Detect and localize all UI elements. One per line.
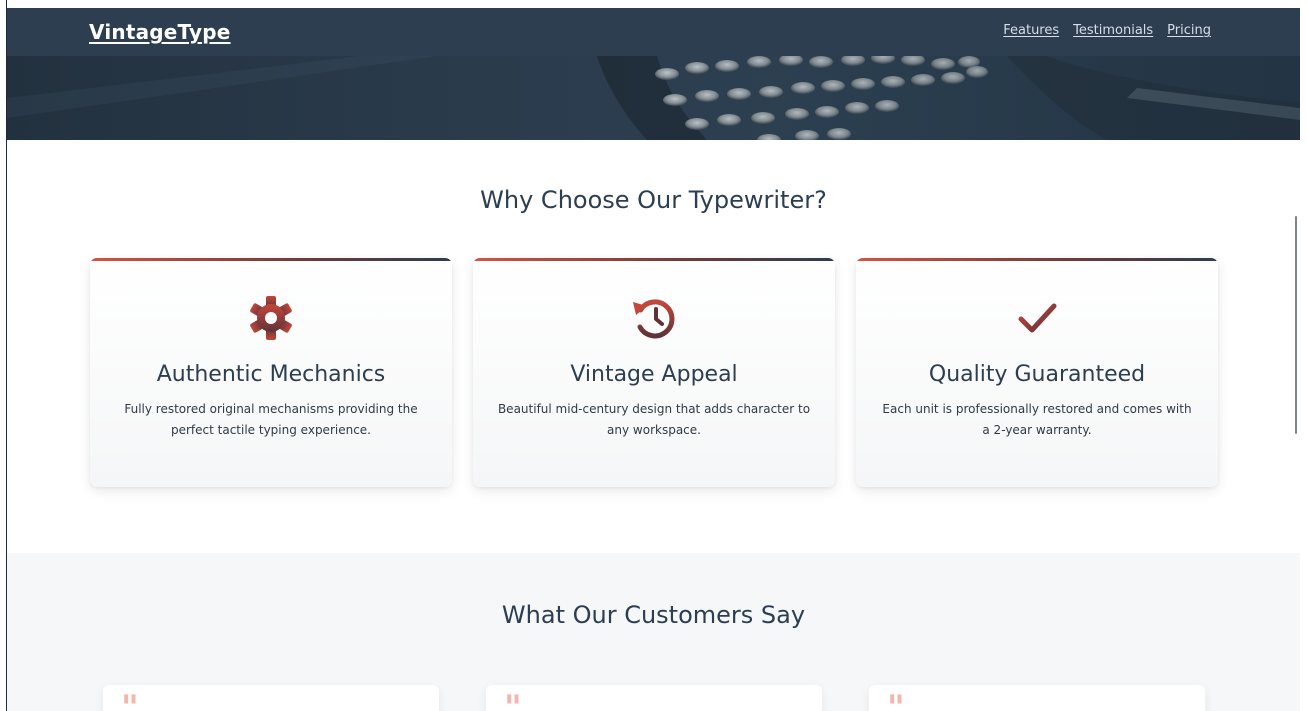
card-description: Fully restored original mechanisms provi… <box>124 402 418 437</box>
testimonial-card: " <box>103 685 439 711</box>
card-title: Vintage Appeal <box>570 362 738 387</box>
testimonial-card: " <box>486 685 822 711</box>
features-title: Why Choose Our Typewriter? <box>480 186 827 214</box>
testimonials-title: What Our Customers Say <box>501 601 806 629</box>
quote-icon: " <box>504 688 522 711</box>
quote-icon: " <box>887 688 905 711</box>
navbar: VintageType Features Testimonials Pricin… <box>7 8 1300 56</box>
scrollbar-thumb[interactable] <box>1295 216 1297 434</box>
testimonial-card: " <box>869 685 1205 711</box>
page-edge <box>6 0 7 711</box>
checkmark-icon <box>1018 303 1057 333</box>
nav-links: Features Testimonials Pricing <box>1003 23 1211 38</box>
card-description: Each unit is professionally restored and… <box>882 402 1192 437</box>
feature-card-vintage-appeal: Vintage Appeal Beautiful mid-century des… <box>473 258 835 487</box>
feature-card-authentic-mechanics: Authentic Mechanics Fully restored origi… <box>90 258 452 487</box>
nav-link-features[interactable]: Features <box>1003 23 1059 38</box>
feature-card-quality-guaranteed: Quality Guaranteed Each unit is professi… <box>856 258 1218 487</box>
card-title: Authentic Mechanics <box>156 362 386 387</box>
gear-icon <box>250 296 292 340</box>
card-description: Beautiful mid-century design that adds c… <box>497 402 811 437</box>
quote-icon: " <box>121 688 139 711</box>
nav-link-pricing[interactable]: Pricing <box>1167 23 1211 38</box>
brand-logo-link[interactable]: VintageType <box>89 20 231 44</box>
nav-link-testimonials[interactable]: Testimonials <box>1073 23 1153 38</box>
history-icon <box>633 299 675 339</box>
card-title: Quality Guaranteed <box>928 362 1146 387</box>
